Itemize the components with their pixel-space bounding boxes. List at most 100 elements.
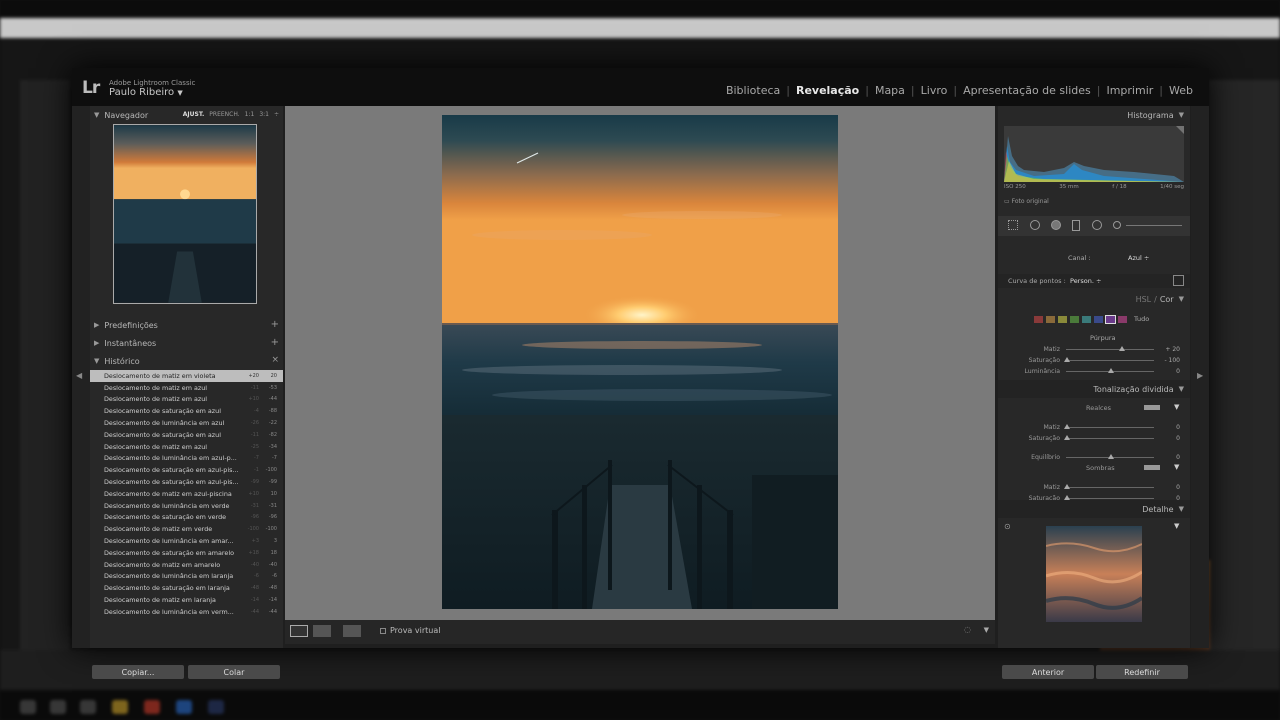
slider-knob[interactable] [1064,357,1070,362]
histogram-header[interactable]: Histograma ▼ [998,106,1190,124]
color-swatch[interactable] [1058,316,1067,323]
split-toning-header[interactable]: Tonalização dividida ▼ [998,380,1190,398]
history-item[interactable]: Deslocamento de matiz em violeta +20 20 [90,370,283,382]
color-swatch[interactable] [1094,316,1103,323]
slider-knob[interactable] [1108,454,1114,459]
history-item[interactable]: Deslocamento de matiz em laranja -14 -14 [90,594,283,606]
highlights-swatch[interactable] [1144,405,1160,410]
slider-value[interactable]: 0 [1176,368,1180,375]
add-snapshot-icon[interactable]: + [271,337,279,348]
toolbar-menu-icon[interactable]: ▼ [984,626,989,634]
module-tab[interactable]: Biblioteca [720,84,786,97]
detail-header[interactable]: Detalhe ▼ [998,500,1190,518]
slider-value[interactable]: 0 [1176,454,1180,461]
spot-removal-icon[interactable] [1030,220,1040,230]
slider-row[interactable]: Saturação 0 [998,433,1190,444]
module-tab[interactable]: Web [1163,84,1199,97]
slider-knob[interactable] [1064,424,1070,429]
color-swatch[interactable] [1105,315,1116,324]
slider-row[interactable]: Matiz 0 [998,422,1190,433]
loupe-view-icon[interactable] [290,625,308,637]
history-item[interactable]: Deslocamento de saturação em laranja -48 -… [90,582,283,594]
target-icon[interactable]: ⊙ [1004,522,1011,531]
paste-button[interactable]: Colar [188,665,280,679]
copy-button[interactable]: Copiar... [92,665,184,679]
slider-value[interactable]: - 100 [1164,357,1180,364]
detail-preview[interactable] [1046,526,1142,622]
history-item[interactable]: Deslocamento de luminância em amar... +3 3 [90,535,283,547]
presets-header[interactable]: ▶ Predefinições + [90,316,283,334]
slider-knob[interactable] [1118,346,1125,351]
history-item[interactable]: Deslocamento de luminância em verm... -44… [90,606,283,618]
navigator-header[interactable]: ▼ Navegador AJUST. PREENCH. 1:1 3:1 ÷ [90,106,283,124]
module-tab[interactable]: Mapa [869,84,911,97]
slider-track[interactable] [1066,360,1154,361]
module-tab[interactable]: Revelação [790,84,865,97]
before-after-icon[interactable] [313,625,331,637]
slider-track[interactable] [1066,498,1154,499]
clear-history-icon[interactable]: × [271,355,279,365]
red-eye-icon[interactable] [1051,220,1061,230]
history-item[interactable]: Deslocamento de matiz em azul -25 -34 [90,441,283,453]
history-item[interactable]: Deslocamento de luminância em azul -26 -22 [90,417,283,429]
previous-button[interactable]: Anterior [1002,665,1094,679]
detail-triangle-icon[interactable]: ▼ [1174,522,1179,530]
slider-row[interactable]: Equilíbrio 0 [998,452,1190,463]
curve-edit-icon[interactable] [1173,275,1184,286]
history-item[interactable]: Deslocamento de saturação em verde -96 -96 [90,512,283,524]
navigator-preview[interactable] [90,124,283,316]
add-preset-icon[interactable]: + [271,319,279,330]
color-swatch[interactable] [1046,316,1055,323]
zoom-3-1[interactable]: 3:1 [259,111,269,118]
slider-row[interactable]: Matiz + 20 [998,344,1190,355]
zoom-fit[interactable]: AJUST. [183,111,205,118]
history-item[interactable]: Deslocamento de matiz em azul-piscina +10… [90,488,283,500]
hsl-header[interactable]: HSL / Cor ▼ [998,290,1190,308]
history-header[interactable]: ▼ Histórico × [90,352,283,370]
slider-track[interactable] [1066,487,1154,488]
slider-track[interactable] [1066,427,1154,428]
slider-track[interactable] [1066,349,1154,350]
reset-button[interactable]: Redefinir [1096,665,1188,679]
slider-track[interactable] [1066,438,1154,439]
module-tab[interactable]: Apresentação de slides [957,84,1097,97]
history-item[interactable]: Deslocamento de saturação em azul-pis...… [90,464,283,476]
history-item[interactable]: Deslocamento de luminância em laranja -6 -… [90,571,283,583]
brush-icon[interactable] [1113,221,1121,229]
point-curve[interactable]: Curva de pontos : Person. ÷ [998,274,1190,288]
compare-icon[interactable] [343,625,361,637]
history-item[interactable]: Deslocamento de saturação em azul-pis...… [90,476,283,488]
histogram-graph[interactable] [1004,126,1184,182]
radial-filter-icon[interactable] [1092,220,1102,230]
module-tab[interactable]: Imprimir [1100,84,1159,97]
zoom-fill[interactable]: PREENCH. [209,111,239,118]
image-area[interactable] [285,106,995,620]
history-item[interactable]: Deslocamento de matiz em amarelo -40 -40 [90,559,283,571]
zoom-1-1[interactable]: 1:1 [245,111,255,118]
history-item[interactable]: Deslocamento de saturação em azul -4 -88 [90,405,283,417]
module-tab[interactable]: Livro [915,84,954,97]
color-swatch[interactable] [1034,316,1043,323]
highlights-triangle-icon[interactable]: ▼ [1174,403,1179,411]
brush-slider[interactable] [1126,225,1182,226]
slider-knob[interactable] [1064,484,1070,489]
zoom-stepper-icon[interactable]: ÷ [274,111,279,118]
all-colors[interactable]: Tudo [1134,315,1149,323]
user-name[interactable]: Paulo Ribeiro ▼ [109,87,183,98]
snapshots-header[interactable]: ▶ Instantâneos + [90,334,283,352]
crop-icon[interactable] [1008,220,1018,230]
color-swatch[interactable] [1082,316,1091,323]
right-panel-edge[interactable]: ▶ [1191,106,1209,648]
color-swatch[interactable] [1070,316,1079,323]
history-item[interactable]: Deslocamento de matiz em azul -11 -53 [90,382,283,394]
slider-value[interactable]: 0 [1176,484,1180,491]
graduated-filter-icon[interactable] [1072,220,1080,231]
slider-knob[interactable] [1064,435,1070,440]
left-panel-edge[interactable]: ◀ [72,106,90,648]
shadows-triangle-icon[interactable]: ▼ [1174,463,1179,471]
history-item[interactable]: Deslocamento de saturação em azul -11 -82 [90,429,283,441]
slider-value[interactable]: 0 [1176,424,1180,431]
slider-value[interactable]: + 20 [1165,346,1180,353]
main-photo[interactable] [442,115,838,609]
slider-knob[interactable] [1108,368,1114,373]
